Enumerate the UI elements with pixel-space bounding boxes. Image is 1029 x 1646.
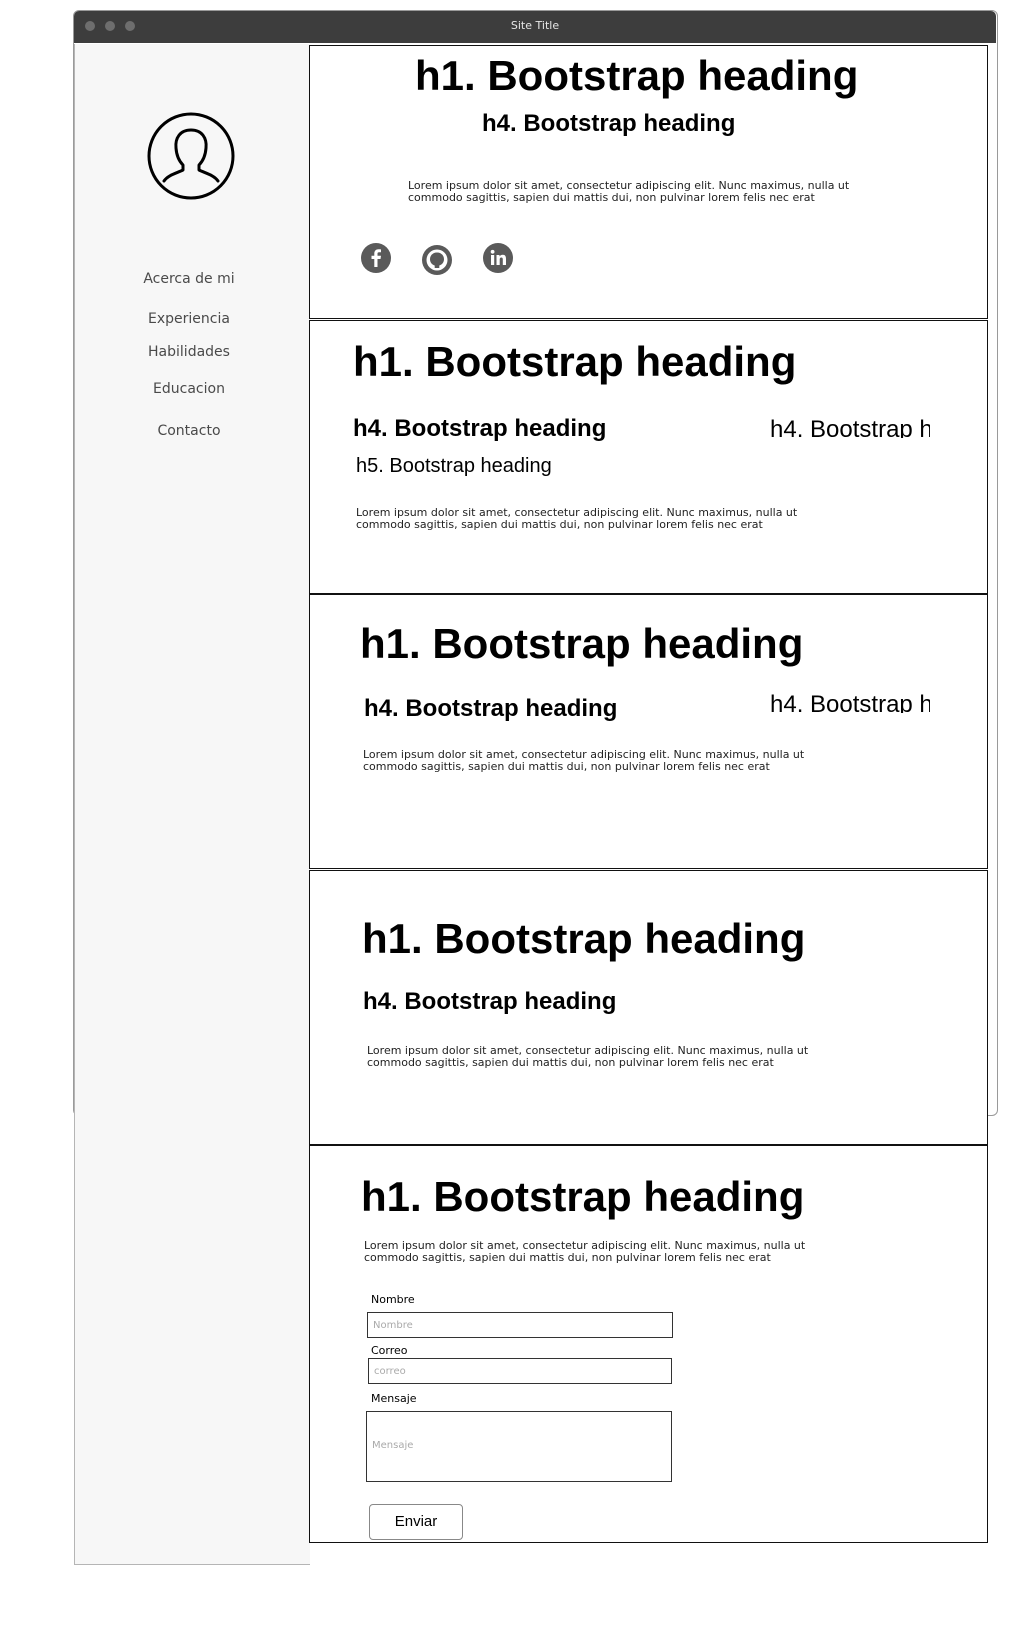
skills-subheading: h4. Bootstrap heading (364, 695, 618, 722)
skills-text: Lorem ipsum dolor sit amet, consectetur … (363, 748, 805, 773)
sidebar-item-contacto[interactable]: Contacto (74, 423, 304, 439)
message-label: Mensaje (371, 1392, 417, 1405)
about-subheading: h4. Bootstrap heading (482, 110, 736, 137)
sidebar-item-experiencia[interactable]: Experiencia (74, 311, 304, 327)
education-heading: h1. Bootstrap heading (362, 915, 806, 962)
name-input[interactable] (367, 1312, 673, 1338)
github-icon[interactable] (422, 245, 452, 275)
experience-heading: h1. Bootstrap heading (353, 338, 797, 385)
education-subheading: h4. Bootstrap heading (363, 988, 617, 1015)
about-heading: h1. Bootstrap heading (415, 52, 859, 99)
name-label: Nombre (371, 1293, 415, 1306)
experience-side-heading: h4. Bootstrap heading (770, 416, 930, 438)
window-title: Site Title (510, 19, 560, 32)
experience-h5-heading: h5. Bootstrap heading (356, 455, 552, 477)
experience-subheading: h4. Bootstrap heading (353, 415, 607, 442)
about-text: Lorem ipsum dolor sit amet, consectetur … (408, 179, 850, 204)
experience-text: Lorem ipsum dolor sit amet, consectetur … (356, 506, 798, 531)
education-text: Lorem ipsum dolor sit amet, consectetur … (367, 1044, 809, 1069)
submit-button[interactable]: Enviar (369, 1504, 463, 1540)
facebook-icon[interactable] (361, 243, 391, 273)
skills-side-heading: h4. Bootstrap heading (770, 691, 930, 713)
user-avatar-icon (147, 112, 235, 200)
contact-text: Lorem ipsum dolor sit amet, consectetur … (364, 1239, 806, 1264)
sidebar-item-acerca[interactable]: Acerca de mi (74, 271, 304, 287)
contact-heading: h1. Bootstrap heading (361, 1173, 805, 1220)
message-textarea[interactable] (366, 1411, 672, 1482)
linkedin-icon[interactable] (483, 243, 513, 273)
email-label: Correo (371, 1344, 408, 1357)
email-input[interactable] (368, 1358, 672, 1384)
sidebar-item-habilidades[interactable]: Habilidades (74, 344, 304, 360)
skills-heading: h1. Bootstrap heading (360, 620, 804, 667)
sidebar-item-educacion[interactable]: Educacion (74, 381, 304, 397)
